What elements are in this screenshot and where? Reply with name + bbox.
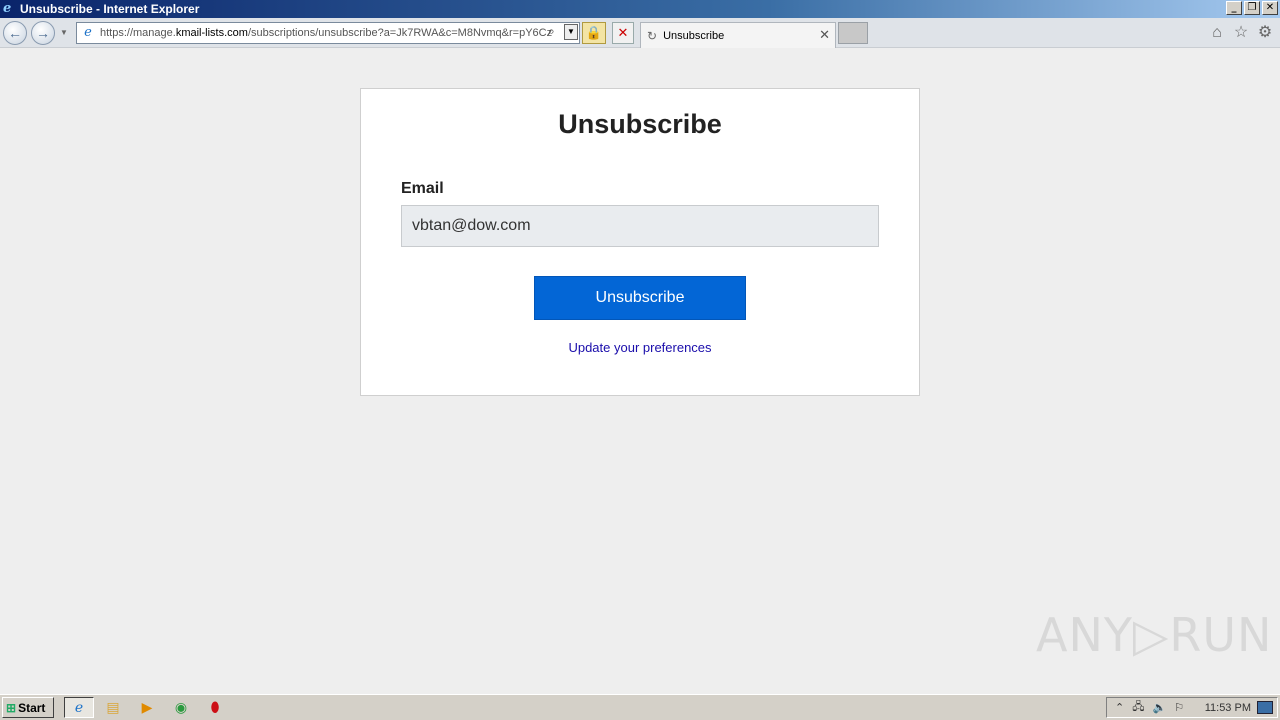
update-preferences-link[interactable]: Update your preferences: [361, 340, 919, 355]
clock[interactable]: 11:53 PM: [1205, 702, 1251, 714]
back-arrow-icon: ←: [8, 25, 22, 41]
tray-expand-icon[interactable]: ⌃: [1115, 701, 1124, 714]
window-title: Unsubscribe - Internet Explorer: [20, 2, 200, 16]
unsubscribe-card: Unsubscribe Email Unsubscribe Update you…: [360, 88, 920, 396]
tab-title: Unsubscribe: [663, 29, 725, 42]
network-icon[interactable]: 🖧: [1132, 698, 1144, 717]
minimize-button[interactable]: _: [1226, 1, 1242, 15]
history-dropdown-icon[interactable]: ▼: [60, 28, 68, 37]
toolbar-right-icons: ⌂ ☆ ⚙: [1208, 24, 1274, 42]
taskbar-internet-explorer-icon[interactable]: e: [64, 697, 94, 718]
start-button[interactable]: ⊞ Start: [2, 697, 54, 718]
loading-spinner-icon: ↻: [647, 28, 658, 43]
new-tab-button[interactable]: [838, 22, 868, 44]
tab-unsubscribe[interactable]: ↻ Unsubscribe ✕: [640, 22, 836, 48]
security-lock-button[interactable]: 🔒: [582, 22, 606, 44]
settings-gear-icon[interactable]: ⚙: [1256, 24, 1274, 42]
search-icon[interactable]: ⌕: [548, 24, 562, 38]
page-title: Unsubscribe: [558, 109, 722, 139]
back-button[interactable]: ←: [3, 21, 27, 45]
internet-explorer-icon: e: [3, 1, 12, 16]
window-title-bar: e Unsubscribe - Internet Explorer _ ❐ ✕: [0, 0, 1280, 18]
url-path: /subscriptions/unsubscribe?a=Jk7RWA&c=M8…: [247, 27, 553, 39]
show-desktop-button[interactable]: [1257, 701, 1273, 714]
favorites-star-icon[interactable]: ☆: [1232, 24, 1250, 42]
close-button[interactable]: ✕: [1262, 1, 1278, 15]
url-scheme: https://manage.: [100, 27, 176, 39]
taskbar-opera-icon[interactable]: ⬮: [200, 697, 230, 718]
windows-logo-icon: ⊞: [6, 700, 17, 715]
forward-button[interactable]: →: [31, 21, 55, 45]
email-field[interactable]: [401, 205, 879, 247]
taskbar-media-player-icon[interactable]: ▶: [132, 697, 162, 718]
url-domain: kmail-lists.com: [175, 27, 248, 39]
home-icon[interactable]: ⌂: [1208, 24, 1226, 42]
volume-icon[interactable]: 🔈: [1152, 701, 1166, 714]
taskbar: ⊞ Start e ▤ ▶ ◉ ⬮ ⌃ 🖧 🔈 ⚐ 11:53 PM: [0, 694, 1280, 720]
anyrun-watermark: ANY▷RUN: [1036, 608, 1273, 662]
browser-toolbar: ← → ▼ e https://manage. kmail-lists.com/s…: [0, 18, 1280, 48]
action-center-flag-icon[interactable]: ⚐: [1174, 701, 1184, 714]
restore-button[interactable]: ❐: [1244, 1, 1260, 15]
taskbar-file-explorer-icon[interactable]: ▤: [98, 697, 128, 718]
address-bar[interactable]: e https://manage. kmail-lists.com/subscri…: [76, 22, 580, 44]
close-icon: ✕: [617, 25, 629, 40]
page-favicon-icon: e: [84, 25, 92, 40]
stop-button[interactable]: ✕: [612, 22, 634, 44]
system-tray: ⌃ 🖧 🔈 ⚐ 11:53 PM: [1106, 697, 1278, 718]
email-label: Email: [401, 180, 444, 197]
address-dropdown-button[interactable]: ▼: [564, 24, 578, 40]
window-controls: _ ❐ ✕: [1226, 1, 1278, 15]
tab-close-icon[interactable]: ✕: [819, 27, 830, 43]
start-label: Start: [18, 700, 46, 715]
forward-arrow-icon: →: [36, 25, 50, 41]
lock-icon: 🔒: [585, 25, 603, 40]
taskbar-chrome-icon[interactable]: ◉: [166, 697, 196, 718]
unsubscribe-button[interactable]: Unsubscribe: [534, 276, 746, 320]
